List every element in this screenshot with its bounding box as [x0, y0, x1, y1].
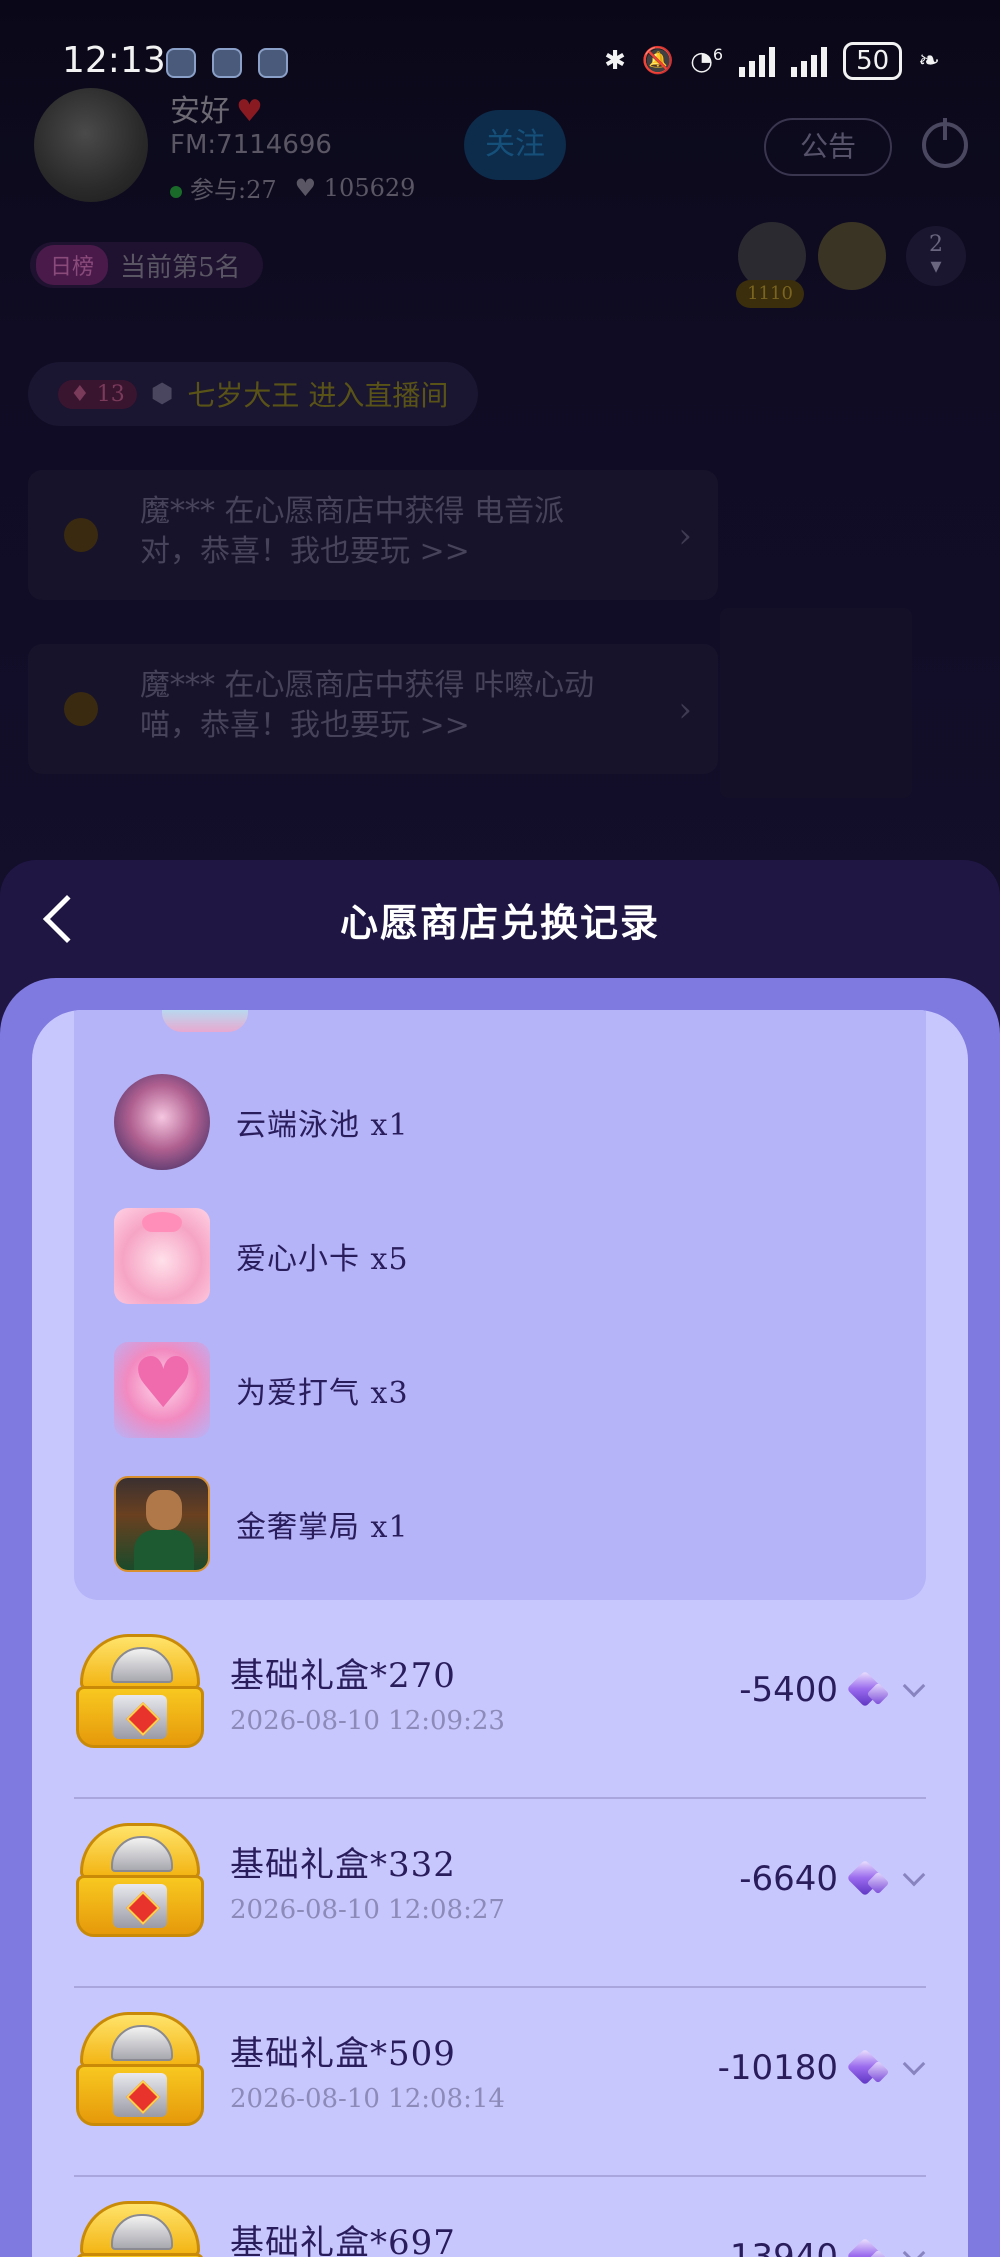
gift-item-label: 爱心小卡 x5 [236, 1242, 409, 1277]
crystal-currency-icon [846, 1859, 890, 1899]
record-time: 2026-08-10 12:09:23 [230, 1706, 505, 1736]
status-bar: 12:13 ✱ 🔕 ◔6 50 ❧ [0, 0, 1000, 120]
chevron-right-icon: › [678, 690, 692, 730]
record-list[interactable]: 云端泳池 x1 爱心小卡 x5 为爱打气 x3 金奢掌局 x1 基础礼盒*270 [32, 1010, 968, 2257]
status-time: 12:13 [62, 40, 166, 81]
battery-icon: 50 [843, 42, 903, 80]
side-panel [720, 608, 912, 798]
gift-box-icon [74, 2201, 206, 2257]
power-icon [922, 118, 968, 168]
chat-message-text: 魔*** 在心愿商店中获得 电音派对，恭喜！我也要玩 >> [140, 494, 565, 569]
record-time: 2026-08-10 12:08:14 [230, 2084, 505, 2114]
gift-icon [64, 518, 98, 552]
rank-tag: 日榜 [36, 245, 109, 285]
viewer-count: 2 ▾ [906, 226, 966, 286]
chat-message-text: 魔*** 在心愿商店中获得 咔嚓心动喵，恭喜！我也要玩 >> [140, 668, 595, 743]
app-notification-icon [212, 48, 242, 78]
record-row[interactable]: 基础礼盒*697 -13940 [74, 2177, 926, 2257]
signal-icon [791, 45, 828, 77]
gift-item: 为爱打气 x3 [114, 1340, 874, 1440]
signal-icon [739, 45, 776, 77]
record-amount: -6640 [739, 1859, 926, 1899]
notice-button: 公告 [764, 118, 892, 176]
crystal-currency-icon [846, 2048, 890, 2088]
viewer-badge: 1110 [736, 280, 804, 308]
daily-rank-pill: 日榜 当前第5名 [30, 242, 263, 288]
wifi-icon: ◔6 [690, 45, 724, 77]
follow-button: 关注 [464, 110, 566, 180]
chevron-right-icon: › [678, 516, 692, 556]
bluetooth-icon: ✱ [604, 46, 626, 76]
record-row[interactable]: 基础礼盒*332 2026-08-10 12:08:27 -6640 [74, 1799, 926, 1988]
heart-icon: ♥ [294, 173, 317, 202]
enter-notice: ♦ 13 ⬢ 七岁大王 进入直播间 [28, 362, 479, 426]
host-fm-id: FM:7114696 [170, 130, 332, 160]
record-amount: -5400 [739, 1670, 926, 1710]
host-name: 安好 ♥ [170, 94, 263, 129]
likes-count: ♥ 105629 [294, 173, 416, 202]
participants-count: 参与:27 [170, 170, 277, 205]
record-amount-value: -6640 [739, 1859, 838, 1899]
expanded-gift-details: 云端泳池 x1 爱心小卡 x5 为爱打气 x3 金奢掌局 x1 [74, 1010, 926, 1600]
gift-item: 爱心小卡 x5 [114, 1206, 874, 1306]
chevron-down-icon[interactable] [902, 1674, 926, 1698]
gift-item-label: 云端泳池 x1 [236, 1108, 409, 1143]
record-row[interactable]: 基础礼盒*509 2026-08-10 12:08:14 -10180 [74, 1988, 926, 2177]
record-row[interactable]: 基础礼盒*270 2026-08-10 12:09:23 -5400 [74, 1610, 926, 1799]
level-badge: ♦ 13 [58, 379, 137, 409]
exchange-record-sheet: 心愿商店兑换记录 云端泳池 x1 爱心小卡 x5 为爱打气 x3 [0, 860, 1000, 2257]
chat-message-card: 魔*** 在心愿商店中获得 电音派对，恭喜！我也要玩 >> › [28, 470, 718, 600]
record-title: 基础礼盒*509 [230, 2034, 456, 2074]
sheet-header: 心愿商店兑换记录 [0, 860, 1000, 980]
record-amount: -13940 [718, 2237, 926, 2257]
gift-item-label: 金奢掌局 x1 [236, 1510, 409, 1545]
chevron-down-icon[interactable] [902, 1863, 926, 1887]
host-avatar [34, 88, 148, 202]
record-title: 基础礼盒*697 [230, 2223, 456, 2257]
record-time: 2026-08-10 12:08:27 [230, 1895, 505, 1925]
gift-box-icon [74, 2012, 206, 2126]
enter-text: 七岁大王 进入直播间 [187, 379, 449, 412]
luxury-boss-gift-icon [114, 1476, 210, 1572]
mute-bell-icon: 🔕 [641, 46, 675, 76]
gift-item: 金奢掌局 x1 [114, 1474, 874, 1574]
sheet-title: 心愿商店兑换记录 [339, 900, 660, 945]
record-amount-value: -5400 [739, 1670, 838, 1710]
app-notification-icon [166, 48, 196, 78]
sheet-body: 云端泳池 x1 爱心小卡 x5 为爱打气 x3 金奢掌局 x1 基础礼盒*270 [0, 978, 1000, 2257]
rank-text: 当前第5名 [120, 252, 241, 283]
chevron-down-icon[interactable] [902, 2052, 926, 2076]
record-amount-value: -10180 [717, 2048, 838, 2088]
gift-box-icon [74, 1634, 206, 1748]
gift-item-label: 为爱打气 x3 [236, 1376, 409, 1411]
viewer-avatar [818, 222, 886, 290]
record-amount: -10180 [718, 2048, 926, 2088]
record-title: 基础礼盒*270 [230, 1656, 456, 1696]
record-title: 基础礼盒*332 [230, 1845, 456, 1885]
pool-gift-icon [114, 1074, 210, 1170]
heart-icon: ♥ [236, 94, 263, 129]
chevron-down-icon[interactable] [902, 2241, 926, 2257]
crystal-currency-icon [846, 2237, 890, 2257]
crystal-currency-icon [846, 1670, 890, 1710]
live-room-background: 12:13 ✱ 🔕 ◔6 50 ❧ 安好 ♥ FM:7114696 参与:27 ♥… [0, 0, 1000, 900]
gift-item: 云端泳池 x1 [114, 1072, 874, 1172]
heart-card-gift-icon [114, 1208, 210, 1304]
chat-message-card: 魔*** 在心愿商店中获得 咔嚓心动喵，恭喜！我也要玩 >> › [28, 644, 718, 774]
gift-box-icon [74, 1823, 206, 1937]
host-stats: 参与:27 ♥ 105629 [170, 170, 415, 205]
leaf-icon: ❧ [918, 46, 940, 76]
user-badge-icon: ⬢ [150, 379, 174, 409]
online-dot-icon [170, 186, 182, 198]
heart-balloon-gift-icon [114, 1342, 210, 1438]
gift-thumbnail [162, 1010, 248, 1032]
app-notification-icon [258, 48, 288, 78]
record-amount-value: -13940 [717, 2237, 838, 2257]
gift-icon [64, 692, 98, 726]
